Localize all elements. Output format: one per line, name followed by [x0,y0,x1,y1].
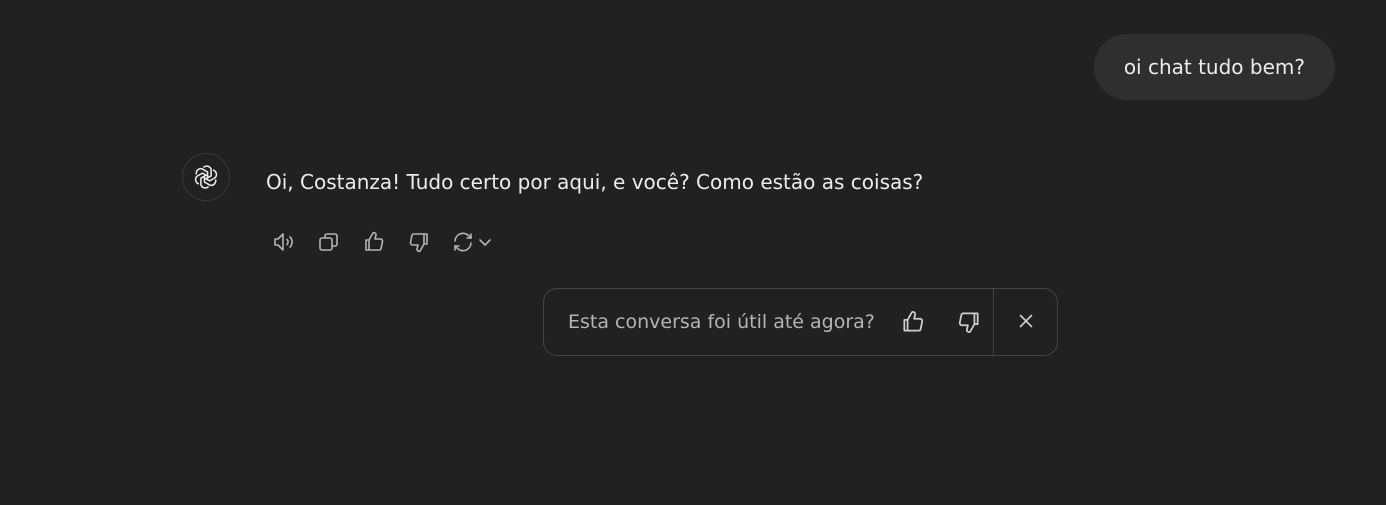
thumbs-down-icon [958,312,979,333]
copy-button[interactable] [313,226,345,258]
chevron-down-icon [479,239,491,246]
speaker-icon [274,233,293,251]
thumbs-up-icon [903,311,923,332]
chat-page: oi chat tudo bem? Oi, Costanza! Tudo cer… [0,0,1386,505]
regenerate-button[interactable] [448,226,496,258]
user-message-text: oi chat tudo bem? [1123,55,1305,79]
assistant-message-text: Oi, Costanza! Tudo certo por aqui, e voc… [266,170,924,194]
good-response-button[interactable] [358,226,390,258]
feedback-divider [993,289,994,355]
assistant-avatar [182,153,230,201]
bad-response-button[interactable] [403,226,435,258]
regenerate-icon [454,232,472,252]
thumbs-up-icon [365,231,384,251]
thumbs-down-icon [409,233,428,253]
conversation-feedback-box: Esta conversa foi útil até agora? [543,288,1058,356]
feedback-helpful-button[interactable] [897,306,929,338]
feedback-close-button[interactable] [1010,305,1042,337]
message-actions [268,226,496,258]
feedback-not-helpful-button[interactable] [953,306,985,338]
copy-icon [319,233,338,251]
close-icon [1019,314,1033,328]
openai-logo-icon [194,165,218,189]
read-aloud-button[interactable] [268,226,300,258]
user-message-bubble: oi chat tudo bem? [1093,34,1335,100]
feedback-question: Esta conversa foi útil até agora? [568,311,875,333]
